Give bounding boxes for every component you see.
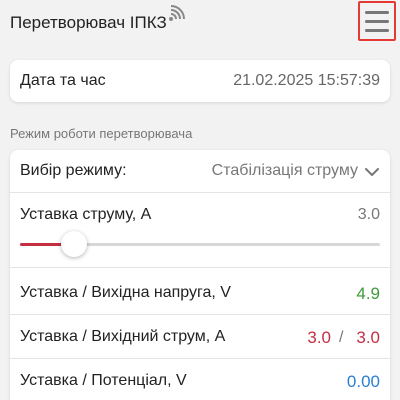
chevron-down-icon	[365, 168, 379, 176]
hamburger-menu-button[interactable]	[358, 1, 396, 41]
wifi-signal-icon	[169, 5, 185, 21]
current-row-label: Уставка / Вихідний струм, А	[20, 328, 226, 345]
datetime-value: 21.02.2025 15:57:39	[233, 72, 380, 89]
divider	[10, 267, 390, 268]
mode-select-label: Вибір режиму:	[20, 162, 127, 179]
voltage-row-label: Уставка / Вихідна напруга, V	[20, 284, 231, 301]
mode-select[interactable]: Вибір режиму: Стабілізація струму	[10, 150, 390, 192]
datetime-card: Дата та час 21.02.2025 15:57:39	[10, 60, 390, 102]
section-title: Режим роботи перетворювача	[10, 126, 193, 141]
hamburger-menu-icon	[365, 10, 389, 14]
mode-select-value: Стабілізація струму	[211, 162, 358, 179]
app-header: Перетворювач ІПКЗ	[0, 0, 400, 50]
slider-thumb[interactable]	[61, 231, 87, 257]
divider	[10, 358, 390, 359]
divider	[10, 192, 390, 193]
current-setpoint-slider[interactable]	[20, 231, 380, 257]
potential-row-value: 0.00	[346, 372, 380, 391]
mode-card: Вибір режиму: Стабілізація струму Уставк…	[10, 150, 390, 400]
current-row-setpoint: 3.0	[307, 328, 331, 347]
voltage-row-value: 4.9	[356, 284, 380, 303]
datetime-label: Дата та час	[20, 72, 106, 89]
divider	[10, 314, 390, 315]
app-title: Перетворювач ІПКЗ	[10, 13, 167, 32]
current-row-separator: /	[339, 329, 344, 346]
potential-row-label: Уставка / Потенціал, V	[20, 372, 187, 389]
current-setpoint-label: Уставка струму, А	[20, 206, 152, 223]
current-row-actual: 3.0	[356, 328, 380, 347]
current-setpoint-value: 3.0	[357, 206, 380, 223]
